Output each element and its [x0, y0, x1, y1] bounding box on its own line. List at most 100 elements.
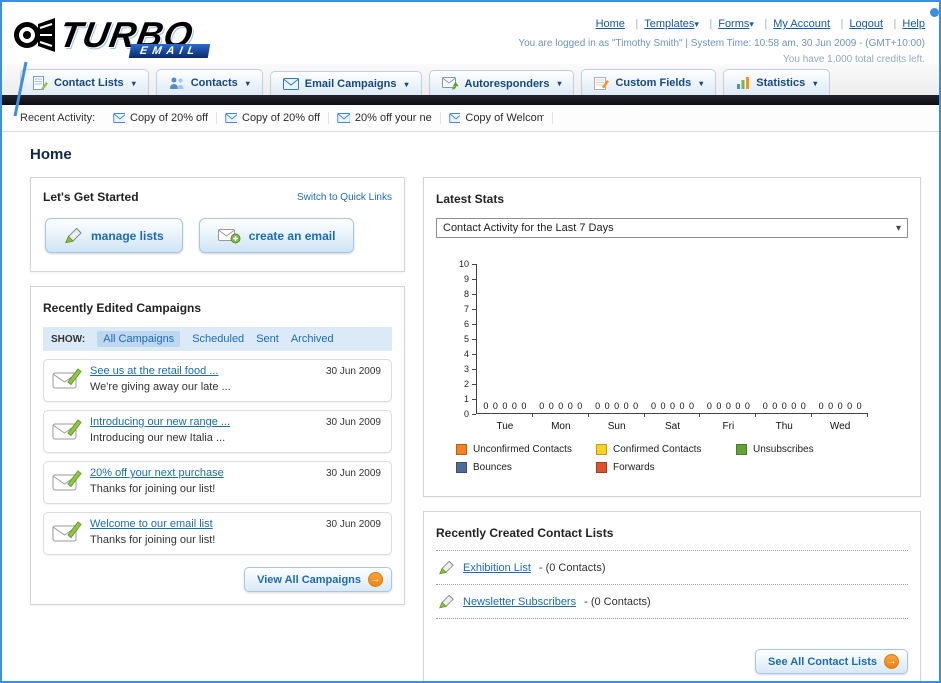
legend-label: Unsubscribes — [753, 444, 814, 455]
campaign-title-link[interactable]: Welcome to our email list — [90, 518, 215, 530]
tab-label: Custom Fields — [615, 77, 692, 89]
tab-autoresponders[interactable]: Autoresponders — [428, 70, 575, 95]
tab-custom-fields[interactable]: Custom Fields — [581, 69, 717, 95]
tab-label: Autoresponders — [464, 77, 550, 90]
filter-all-campaigns[interactable]: All Campaigns — [97, 331, 181, 347]
y-axis-label: 6 — [464, 319, 476, 329]
tab-contacts[interactable]: Contacts — [155, 69, 263, 95]
x-axis-label: Sat — [665, 421, 681, 432]
contact-lists-title: Recently Created Contact Lists — [436, 526, 614, 540]
switch-quick-links-link[interactable]: Switch to Quick Links — [297, 192, 392, 203]
tab-contact-lists[interactable]: Contact Lists — [20, 69, 149, 95]
campaign-title-link[interactable]: Introducing our new range ... — [90, 416, 230, 428]
top-link-forms[interactable]: Forms — [703, 18, 754, 30]
chart-plot-area: 0 0 0 0 0 Tue 0 0 0 0 0 Mon 0 0 0 0 0 Sun 0 0 … — [476, 264, 868, 432]
top-link-logout[interactable]: Logout — [835, 18, 883, 30]
chart-day-group: 0 0 0 0 0 Fri — [700, 264, 757, 432]
view-all-campaigns-label: View All Campaigns — [257, 573, 361, 586]
x-axis-label: Mon — [551, 421, 571, 432]
manage-lists-button[interactable]: manage lists — [45, 218, 183, 253]
envelope-pencil-icon — [52, 518, 82, 548]
logo-subtitle: EMAIL — [128, 44, 211, 58]
chart-series-values: 0 0 0 0 0 — [762, 401, 806, 411]
left-column: Let's Get Started Switch to Quick Links … — [30, 177, 405, 605]
chart-day-group: 0 0 0 0 0 Thu — [756, 264, 813, 432]
chart-day-group: 0 0 0 0 0 Mon — [533, 264, 589, 432]
chart-y-axis: 10 9 8 7 6 5 4 3 2 1 0 — [454, 259, 476, 419]
turbo-email-logo[interactable]: TURBO EMAIL — [12, 6, 211, 117]
recent-activity-bar: Recent Activity: Copy of 20% off yo Copy… — [2, 105, 939, 132]
view-all-campaigns-button[interactable]: View All Campaigns — [244, 567, 392, 592]
chart-day-group: 0 0 0 0 0 Wed — [812, 264, 868, 432]
y-axis-label: 10 — [459, 259, 476, 269]
envelope-icon — [449, 113, 461, 123]
contact-activity-chart: 10 9 8 7 6 5 4 3 2 1 0 0 0 0 0 0 Tue 0 0 0 0 0 Mon 0 0… — [454, 259, 908, 432]
latest-stats-title: Latest Stats — [436, 192, 505, 206]
top-link-home[interactable]: Home — [596, 18, 625, 30]
create-email-button[interactable]: create an email — [198, 218, 355, 253]
legend-label: Forwards — [613, 462, 655, 473]
x-axis-label: Thu — [775, 421, 793, 432]
login-info: You are logged in as "Timothy Smith" | S… — [518, 37, 925, 49]
envelope-pencil-icon — [52, 416, 82, 446]
legend-item: Confirmed Contacts — [596, 444, 736, 455]
campaign-row[interactable]: Welcome to our email list Thanks for joi… — [43, 512, 392, 555]
nav-divider-bar — [2, 95, 939, 105]
y-axis-label: 8 — [464, 289, 476, 299]
envelope-pencil-icon — [52, 365, 82, 395]
contact-list-row[interactable]: Newsletter Subscribers - (0 Contacts) — [436, 585, 908, 619]
y-axis-label: 7 — [464, 304, 476, 314]
filter-sent[interactable]: Sent — [256, 333, 279, 345]
recent-activity-item[interactable]: 20% off your next — [329, 112, 442, 124]
contact-list-link[interactable]: Newsletter Subscribers — [463, 596, 576, 608]
tab-statistics[interactable]: Statistics — [723, 69, 831, 95]
legend-item: Unsubscribes — [736, 444, 876, 455]
legend-swatch — [596, 462, 607, 473]
header: TURBO EMAIL Home Templates Forms My Acco… — [2, 2, 939, 117]
filter-scheduled[interactable]: Scheduled — [192, 333, 244, 345]
x-axis-label: Sun — [607, 421, 626, 432]
top-link-my-account[interactable]: My Account — [758, 18, 830, 30]
x-axis-label: Wed — [829, 421, 851, 432]
contact-list-link[interactable]: Exhibition List — [463, 562, 531, 574]
campaign-title-link[interactable]: 20% off your next purchase — [90, 467, 224, 479]
pencil-icon — [64, 227, 83, 244]
recent-activity-item[interactable]: Copy of 20% off yo — [217, 112, 330, 124]
get-started-panel: Let's Get Started Switch to Quick Links … — [30, 177, 405, 272]
tab-email-campaigns[interactable]: Email Campaigns — [269, 71, 422, 95]
filter-archived[interactable]: Archived — [291, 333, 334, 345]
x-axis-label: Fri — [722, 421, 735, 432]
campaign-title-link[interactable]: See us at the retail food ... — [90, 365, 231, 377]
campaign-row[interactable]: Introducing our new range ... Introducin… — [43, 410, 392, 453]
arrow-circle-icon — [884, 654, 899, 669]
campaign-date: 30 Jun 2009 — [325, 468, 381, 479]
campaign-subtitle: Thanks for joining our list! — [90, 483, 216, 495]
contact-lists-icon — [33, 76, 48, 90]
see-all-contact-lists-label: See All Contact Lists — [767, 655, 877, 668]
top-link-templates[interactable]: Templates — [629, 18, 699, 30]
y-axis-label: 3 — [464, 364, 476, 374]
legend-label: Confirmed Contacts — [613, 444, 702, 455]
contact-list-count: - (0 Contacts) — [584, 595, 651, 608]
campaign-subtitle: We're giving away our late ... — [90, 381, 231, 393]
chart-legend: Unconfirmed Contacts Confirmed Contacts Un… — [456, 444, 908, 480]
contact-list-row[interactable]: Exhibition List - (0 Contacts) — [436, 551, 908, 585]
envelope-icon — [225, 113, 237, 123]
recent-activity-item[interactable]: Copy of Welcome to — [441, 112, 554, 124]
campaign-row[interactable]: 20% off your next purchase Thanks for jo… — [43, 461, 392, 504]
see-all-contact-lists-button[interactable]: See All Contact Lists — [754, 649, 908, 674]
recent-activity-item[interactable]: Copy of 20% off yo — [105, 112, 218, 124]
top-link-help[interactable]: Help — [888, 18, 925, 30]
y-axis-label: 9 — [464, 274, 476, 284]
campaigns-panel-title: Recently Edited Campaigns — [43, 301, 202, 315]
pencil-icon — [438, 560, 455, 575]
tab-label: Contacts — [190, 77, 238, 89]
campaign-row[interactable]: See us at the retail food ... We're givi… — [43, 359, 392, 402]
stats-range-select[interactable]: Contact Activity for the Last 7 Days — [436, 218, 908, 238]
chart-series-values: 0 0 0 0 0 — [650, 401, 695, 411]
recent-activity-label: Recent Activity: — [20, 112, 96, 124]
latest-stats-panel: Latest Stats Contact Activity for the La… — [423, 177, 921, 497]
create-email-label: create an email — [248, 228, 336, 243]
top-nav-links: Home Templates Forms My Account Logout H… — [518, 10, 925, 36]
legend-label: Unconfirmed Contacts — [473, 444, 572, 455]
